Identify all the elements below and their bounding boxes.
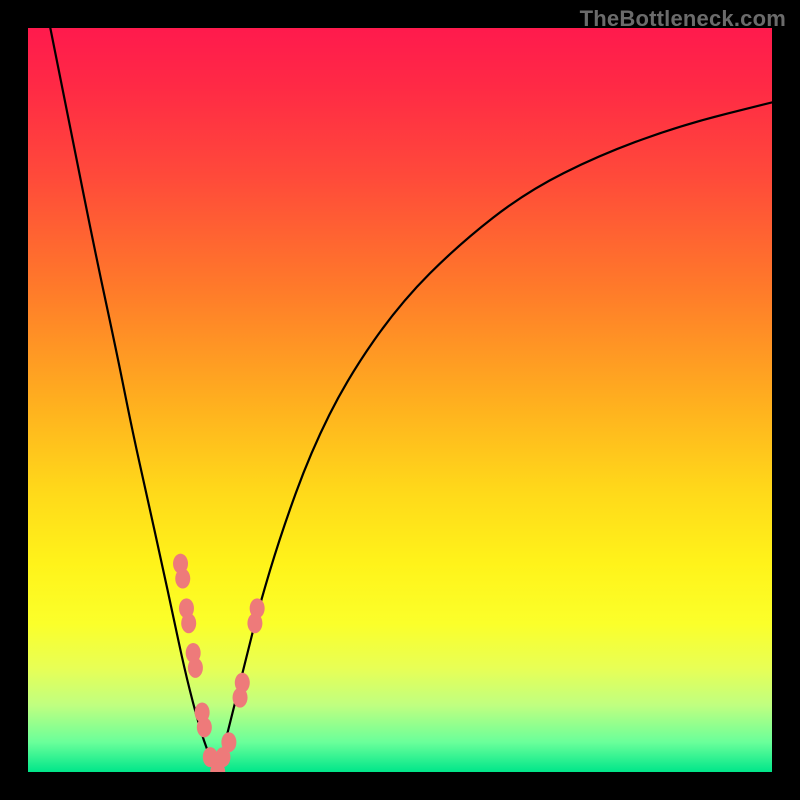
right-curve [218, 102, 772, 772]
data-marker [235, 673, 250, 693]
data-marker [188, 658, 203, 678]
curve-layer [28, 28, 772, 772]
marker-group [173, 554, 265, 772]
data-marker [250, 598, 265, 618]
data-marker [175, 569, 190, 589]
data-marker [197, 717, 212, 737]
data-marker [221, 732, 236, 752]
plot-area [28, 28, 772, 772]
data-marker [181, 613, 196, 633]
chart-frame: TheBottleneck.com [0, 0, 800, 800]
